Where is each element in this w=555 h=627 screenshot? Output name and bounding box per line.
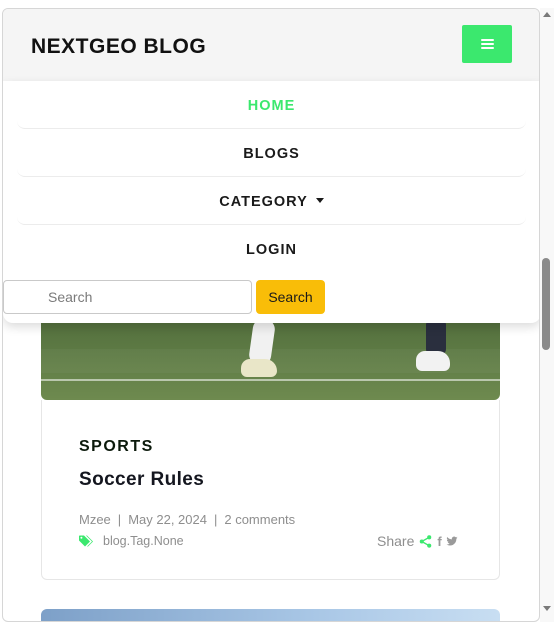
share-label: Share [377,533,415,549]
nav-item-home[interactable]: HOME [17,83,526,129]
nav-item-category[interactable]: CATEGORY [17,179,526,225]
navbar: NEXTGEO BLOG [3,9,539,87]
nav-item-label: CATEGORY [219,193,308,210]
post-title[interactable]: Soccer Rules [79,469,204,491]
post-author: Mzee [79,512,111,527]
hamburger-menu-button[interactable] [462,25,512,63]
search-form: Search [3,280,539,316]
browser-viewport: NEXTGEO BLOG SPORTS Soccer Rules Mzee | Ma… [0,0,555,627]
meta-separator: | [213,512,218,527]
post-date: May 22, 2024 [128,512,207,527]
nav-item-label: HOME [247,97,296,114]
vertical-scrollbar[interactable] [540,8,554,622]
nav-dropdown-menu: HOME BLOGS CATEGORY LOGIN Search [3,81,539,323]
search-input[interactable] [3,280,252,314]
nav-item-label: LOGIN [246,242,297,258]
meta-separator: | [117,512,122,527]
scroll-down-arrow-icon[interactable] [543,606,551,611]
tags-icon [79,535,93,547]
post-category[interactable]: SPORTS [79,438,154,456]
post-comments[interactable]: 2 comments [224,512,295,527]
facebook-icon[interactable]: f [437,534,441,549]
post-meta: Mzee | May 22, 2024 | 2 comments [79,512,295,527]
page-frame: NEXTGEO BLOG SPORTS Soccer Rules Mzee | Ma… [2,8,540,622]
post-tags-text[interactable]: blog.Tag.None [103,534,184,548]
share-section: Share f [377,533,458,549]
search-button[interactable]: Search [256,280,325,314]
post-tags: blog.Tag.None [79,534,184,548]
scroll-up-arrow-icon[interactable] [543,12,551,17]
twitter-icon[interactable] [446,536,458,547]
next-post-image[interactable] [41,609,500,621]
nav-item-blogs[interactable]: BLOGS [17,131,526,177]
share-icon[interactable] [419,534,432,548]
hamburger-menu-icon [480,38,494,50]
caret-down-icon [315,198,324,203]
nav-item-login[interactable]: LOGIN [17,227,526,273]
post-card-body: SPORTS Soccer Rules Mzee | May 22, 2024 | 2 … [41,400,500,580]
brand-logo-text[interactable]: NEXTGEO BLOG [31,35,206,59]
scrollbar-thumb[interactable] [542,258,550,350]
nav-item-label: BLOGS [243,145,300,162]
